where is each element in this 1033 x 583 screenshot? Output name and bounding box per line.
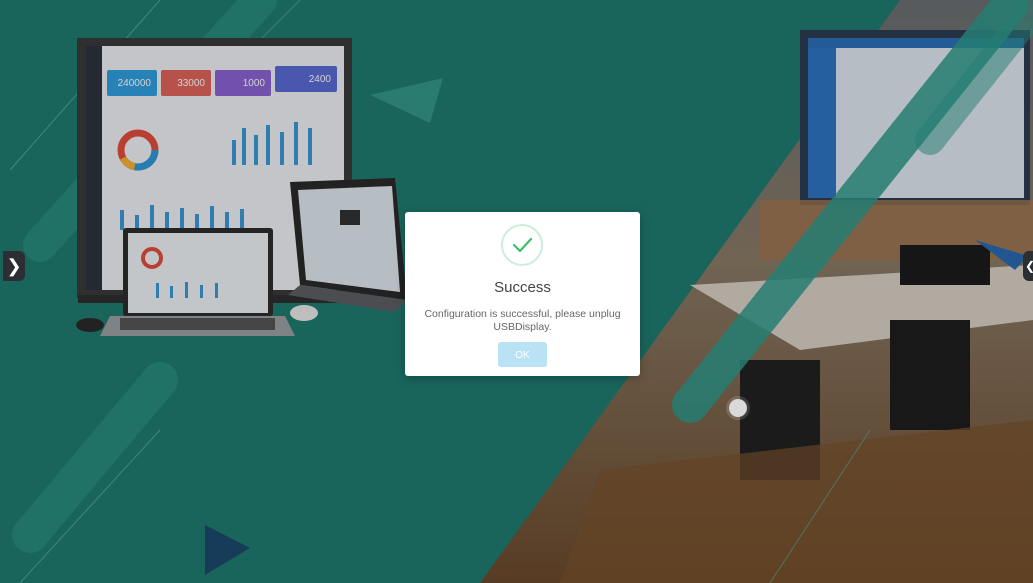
previous-slide-button[interactable]: ❯ xyxy=(3,251,25,281)
next-slide-button[interactable]: ❮ xyxy=(1023,251,1033,281)
check-icon xyxy=(501,224,543,266)
success-dialog: Success Configuration is successful, ple… xyxy=(405,212,640,376)
slideshow-stage: 240000 33000 1000 2400 ❯ ❮ Success Confi… xyxy=(0,0,1033,583)
ok-button[interactable]: OK xyxy=(498,342,547,367)
dialog-message: Configuration is successful, please unpl… xyxy=(424,308,621,333)
carousel-indicator-dot[interactable] xyxy=(729,399,747,417)
chevron-right-icon: ❯ xyxy=(6,255,22,276)
dialog-title: Success xyxy=(494,279,551,296)
chevron-left-icon: ❮ xyxy=(1025,259,1033,273)
